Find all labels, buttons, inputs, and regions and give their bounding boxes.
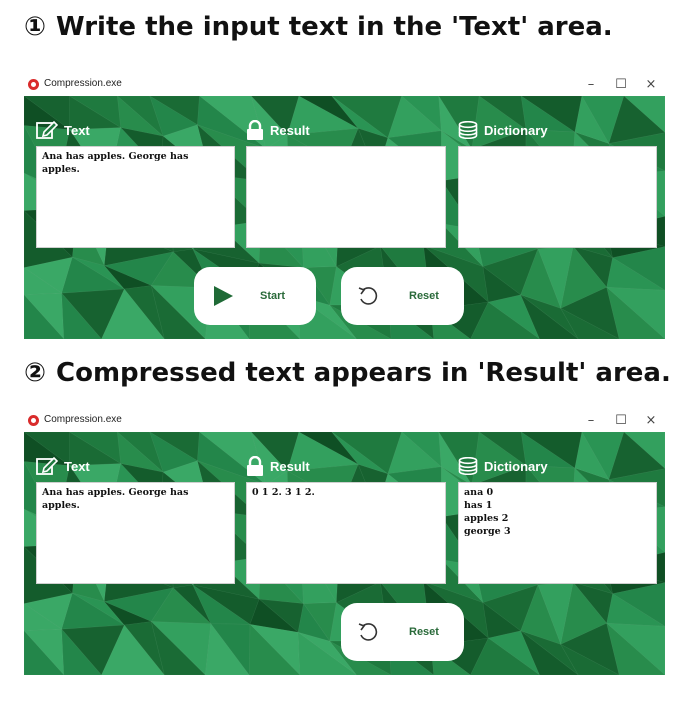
app-icon	[28, 79, 39, 90]
text-label: Text	[36, 118, 90, 142]
result-output[interactable]: 0 1 2. 3 1 2.	[246, 482, 446, 584]
text-input[interactable]: Ana has apples. George has apples.	[36, 482, 235, 584]
result-output[interactable]	[246, 146, 446, 248]
dictionary-output[interactable]: ana 0 has 1 apples 2 george 3	[458, 482, 657, 584]
reset-button[interactable]: Reset	[341, 603, 464, 661]
dictionary-label: Dictionary	[458, 454, 548, 478]
start-button[interactable]: Start	[194, 267, 316, 325]
reset-button-label: Reset	[409, 626, 439, 638]
client-area: Text Result Dictionary Ana has apples. G…	[24, 96, 665, 339]
step2-heading: ② Compressed text appears in 'Result' are…	[24, 358, 671, 388]
dictionary-output[interactable]	[458, 146, 657, 248]
result-label: Result	[246, 454, 310, 478]
text-label: Text	[36, 454, 90, 478]
text-input[interactable]: Ana has apples. George has apples.	[36, 146, 235, 248]
maximize-button[interactable]: ☐	[606, 75, 636, 95]
pencil-edit-icon	[36, 456, 58, 476]
lock-icon	[246, 456, 264, 476]
app-icon	[28, 415, 39, 426]
undo-icon	[357, 621, 379, 643]
undo-icon	[357, 285, 379, 307]
step2-number: ②	[24, 358, 47, 388]
app-window-2: Compression.exe – ☐ × Text Result Dictio…	[24, 410, 665, 675]
reset-button-label: Reset	[409, 290, 439, 302]
client-area: Text Result Dictionary Ana has apples. G…	[24, 432, 665, 675]
step2-text: Compressed text appears in 'Result' area…	[56, 358, 671, 388]
title-bar: Compression.exe – ☐ ×	[24, 410, 665, 432]
maximize-button[interactable]: ☐	[606, 411, 636, 431]
pencil-edit-icon	[36, 120, 58, 140]
database-icon	[458, 121, 478, 139]
step1-number: ①	[24, 12, 47, 42]
step1-heading: ① Write the input text in the 'Text' area…	[24, 12, 613, 42]
window-title: Compression.exe	[44, 78, 122, 89]
play-icon	[212, 285, 234, 307]
title-bar: Compression.exe – ☐ ×	[24, 74, 665, 96]
window-title: Compression.exe	[44, 414, 122, 425]
dictionary-label: Dictionary	[458, 118, 548, 142]
close-button[interactable]: ×	[636, 75, 666, 95]
result-label: Result	[246, 118, 310, 142]
step1-text: Write the input text in the 'Text' area.	[56, 12, 613, 42]
start-button-label: Start	[260, 290, 286, 302]
reset-button[interactable]: Reset	[341, 267, 464, 325]
database-icon	[458, 457, 478, 475]
app-window-1: Compression.exe – ☐ × Text Result Dictio…	[24, 74, 665, 339]
minimize-button[interactable]: –	[576, 411, 606, 431]
close-button[interactable]: ×	[636, 411, 666, 431]
lock-icon	[246, 120, 264, 140]
minimize-button[interactable]: –	[576, 75, 606, 95]
